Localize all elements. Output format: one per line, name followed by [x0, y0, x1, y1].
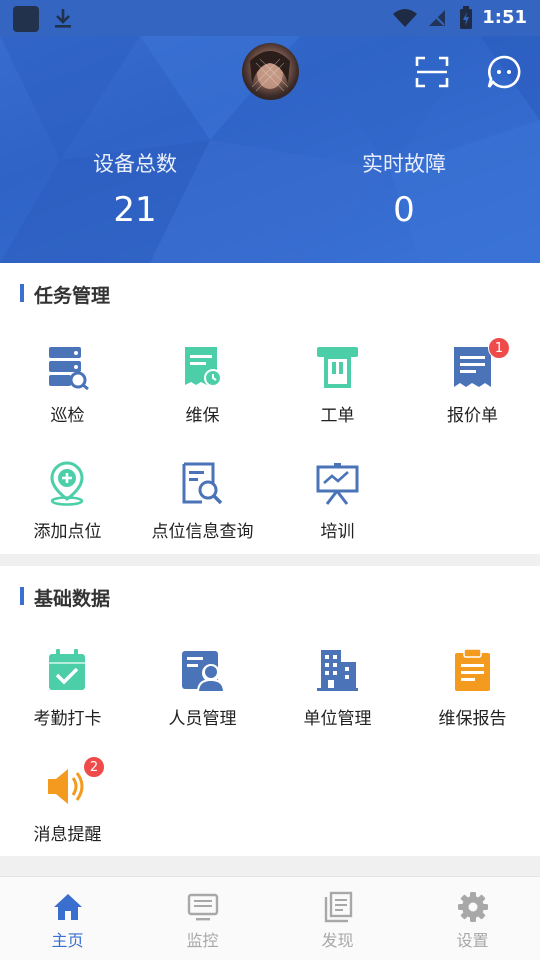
no-signal-icon [429, 10, 445, 26]
tile-label: 考勤打卡 [33, 709, 102, 729]
home-icon [54, 894, 82, 920]
add-location-tile[interactable]: 添加点位 [0, 461, 135, 571]
bottom-navigation: 主页 监控 发现 设置 [0, 876, 540, 960]
personnel-management-tile[interactable]: 人员管理 [135, 648, 270, 758]
gear-icon [458, 892, 488, 922]
server-search-icon [49, 347, 89, 390]
task-management-section: 任务管理 巡检 维保 工单 1 报价单 添加点位 点位信息查询 培训 [0, 263, 540, 554]
maintenance-tile[interactable]: 维保 [135, 345, 270, 455]
device-total-value: 21 [113, 190, 157, 230]
wifi-icon [393, 9, 417, 27]
monitor-icon [187, 893, 219, 921]
maintenance-report-tile[interactable]: 维保报告 [405, 648, 540, 758]
tile-label: 巡检 [50, 406, 85, 426]
nav-label: 发现 [321, 931, 354, 950]
book-stack-icon [324, 891, 353, 923]
nav-label: 主页 [51, 931, 84, 950]
realtime-fault-value: 0 [393, 190, 415, 230]
clipboard-report-icon [455, 648, 490, 691]
app-notification-icon [13, 6, 39, 32]
nav-discover[interactable]: 发现 [270, 877, 405, 960]
tile-label: 人员管理 [168, 709, 237, 729]
calendar-check-icon [49, 649, 85, 690]
add-location-icon [50, 461, 84, 506]
training-tile[interactable]: 培训 [270, 461, 405, 571]
document-search-icon [182, 462, 223, 505]
status-bar: 1:51 [0, 0, 540, 36]
inspection-tile[interactable]: 巡检 [0, 345, 135, 455]
tile-label: 培训 [320, 522, 355, 542]
basic-data-section: 基础数据 考勤打卡 人员管理 单位管理 维保报告 2 消息提醒 [0, 566, 540, 856]
status-time: 1:51 [482, 7, 527, 28]
nav-monitor[interactable]: 监控 [135, 877, 270, 960]
nav-home[interactable]: 主页 [0, 877, 135, 960]
profile-header: 1:51 设备总数 21 实时故障 0 [0, 0, 540, 263]
avatar[interactable] [242, 43, 299, 100]
realtime-fault-label: 实时故障 [362, 152, 446, 176]
location-info-query-tile[interactable]: 点位信息查询 [135, 461, 270, 571]
message-reminder-tile[interactable]: 2 消息提醒 [0, 756, 135, 874]
building-icon [317, 650, 358, 691]
tile-label: 工单 [320, 406, 355, 426]
tile-label: 维保 [185, 406, 220, 426]
unit-management-tile[interactable]: 单位管理 [270, 648, 405, 758]
attendance-tile[interactable]: 考勤打卡 [0, 648, 135, 758]
tile-label: 添加点位 [33, 522, 102, 542]
device-total-stat[interactable]: 设备总数 21 [35, 148, 235, 230]
battery-charging-icon [460, 6, 472, 29]
nav-label: 监控 [186, 931, 219, 950]
scan-icon[interactable] [415, 56, 449, 88]
avatar-image [250, 51, 290, 92]
notification-badge: 2 [83, 756, 105, 778]
receipt-clock-icon [185, 347, 222, 387]
tile-label: 报价单 [447, 406, 498, 426]
presentation-board-icon [316, 463, 359, 505]
app-screen: 1:51 设备总数 21 实时故障 0 任务管理 巡检 维保 工单 1 报价单 … [0, 0, 540, 960]
tile-label: 单位管理 [303, 709, 372, 729]
ticket-printer-icon [317, 347, 358, 388]
realtime-fault-stat[interactable]: 实时故障 0 [304, 148, 504, 230]
personnel-card-icon [182, 651, 225, 693]
nav-settings[interactable]: 设置 [405, 877, 540, 960]
download-icon [55, 9, 71, 28]
tile-label: 消息提醒 [33, 825, 102, 845]
tile-label: 点位信息查询 [151, 522, 254, 542]
tile-label: 维保报告 [438, 709, 507, 729]
work-order-tile[interactable]: 工单 [270, 345, 405, 455]
device-total-label: 设备总数 [93, 152, 177, 176]
nav-label: 设置 [456, 931, 489, 950]
section-title: 任务管理 [20, 281, 110, 308]
section-title: 基础数据 [20, 584, 110, 611]
notification-badge: 1 [488, 337, 510, 359]
message-icon[interactable] [487, 55, 521, 89]
quotation-tile[interactable]: 1 报价单 [405, 337, 540, 455]
